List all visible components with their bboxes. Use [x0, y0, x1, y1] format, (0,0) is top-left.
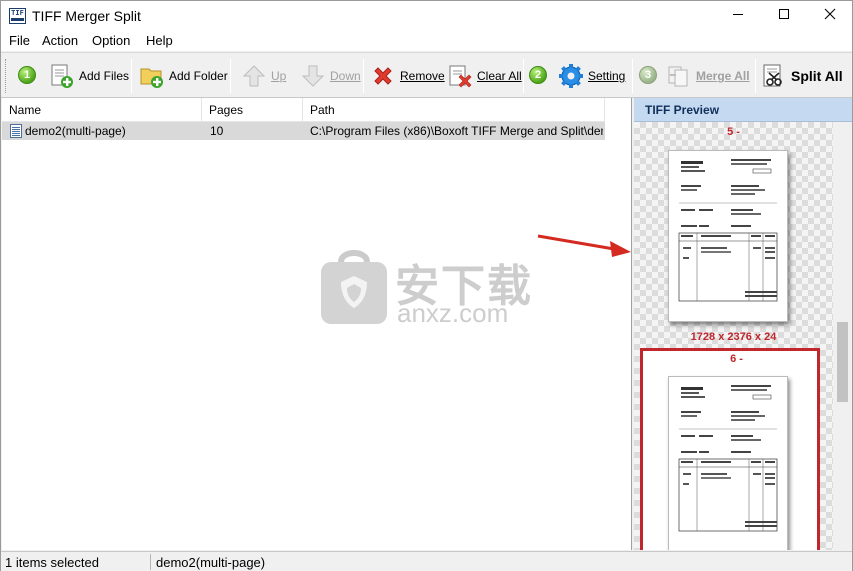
row-pages: 10 — [210, 124, 224, 138]
menu-help[interactable]: Help — [146, 33, 173, 48]
file-list-panel: Name Pages Path demo2(multi-page) 10 C:\… — [2, 98, 632, 550]
column-name-header[interactable]: Name — [2, 98, 202, 122]
tiff-app-icon: TIF — [9, 8, 26, 24]
selected-page-frame[interactable]: 6 - — [640, 348, 820, 550]
step-1-badge: 1 — [18, 66, 36, 84]
table-row[interactable]: demo2(multi-page) 10 C:\Program Files (x… — [2, 122, 605, 140]
document-page-image — [678, 385, 778, 532]
menu-option[interactable]: Option — [92, 33, 130, 48]
toolbar-separator — [523, 59, 524, 93]
add-files-label: Add Files — [79, 69, 130, 83]
preview-title: TIFF Preview — [634, 98, 852, 122]
list-header: Name Pages Path — [2, 98, 605, 122]
window-title: TIFF Merger Split — [32, 8, 141, 24]
page-label-6: 6 - — [730, 353, 743, 365]
toolbar-separator — [632, 59, 633, 93]
row-path: C:\Program Files (x86)\Boxoft TIFF Merge… — [310, 124, 603, 138]
toolbar: 1 Add Files Add Folder Up Down Remove Cl… — [1, 52, 852, 98]
status-current-file: demo2(multi-page) — [156, 555, 266, 570]
clear-all-button[interactable]: Clear All — [447, 59, 522, 93]
preview-scrollbar[interactable] — [833, 122, 852, 550]
shopping-bag-logo — [321, 250, 387, 324]
step-2-badge: 2 — [529, 66, 547, 84]
clear-all-icon — [447, 63, 473, 89]
status-separator — [150, 554, 151, 570]
document-page-image — [678, 159, 778, 302]
maximize-icon — [779, 9, 789, 19]
watermark-text-en: anxz.com — [397, 298, 509, 328]
watermark: 安下载 anxz.com — [319, 244, 539, 328]
title-bar: TIF TIFF Merger Split — [1, 1, 852, 31]
red-arrow-annotation — [537, 234, 631, 257]
down-label: Down — [330, 69, 361, 83]
app-icon-text: TIF — [11, 9, 24, 17]
step-3-badge: 3 — [639, 66, 657, 84]
down-button[interactable]: Down — [300, 59, 361, 93]
preview-scrollbar-thumb[interactable] — [837, 322, 848, 402]
remove-label: Remove — [400, 69, 445, 83]
up-button[interactable]: Up — [241, 59, 286, 93]
status-bar: 1 items selected demo2(multi-page) — [1, 551, 852, 571]
minimize-icon — [733, 14, 743, 15]
merge-all-label: Merge All — [696, 69, 750, 83]
up-label: Up — [271, 69, 287, 83]
tiff-preview-panel: TIFF Preview 5 - 1728 x 2376 x 24 6 - — [634, 98, 852, 550]
split-all-button[interactable]: Split All — [761, 59, 843, 93]
add-folder-icon — [139, 63, 165, 89]
menu-action[interactable]: Action — [42, 33, 78, 48]
remove-button[interactable]: Remove — [370, 59, 445, 93]
page-dimensions: 1728 x 2376 x 24 — [690, 331, 777, 343]
toolbar-separator — [230, 59, 231, 93]
page-thumbnail-6[interactable] — [668, 376, 788, 550]
toolbar-separator — [131, 59, 132, 93]
toolbar-grip[interactable] — [5, 59, 8, 93]
close-button[interactable] — [807, 1, 853, 31]
split-all-label: Split All — [791, 68, 843, 84]
arrow-down-icon — [300, 63, 326, 89]
gear-icon — [558, 63, 584, 89]
page-thumbnail-5[interactable] — [668, 150, 788, 322]
toolbar-separator — [755, 59, 756, 93]
arrow-up-icon — [241, 63, 267, 89]
close-icon — [824, 8, 836, 20]
status-selection: 1 items selected — [5, 555, 99, 570]
tiff-file-icon — [10, 124, 22, 138]
column-path-header[interactable]: Path — [303, 98, 605, 122]
row-name: demo2(multi-page) — [25, 124, 126, 138]
add-folder-label: Add Folder — [169, 69, 228, 83]
maximize-button[interactable] — [761, 1, 807, 31]
menu-bar: File Action Option Help — [1, 31, 852, 51]
page-label-5: 5 - — [727, 126, 740, 138]
add-folder-button[interactable]: Add Folder — [139, 59, 228, 93]
scissors-icon — [761, 63, 787, 89]
toolbar-separator — [363, 59, 364, 93]
add-files-button[interactable]: Add Files — [49, 59, 129, 93]
preview-area[interactable]: 5 - 1728 x 2376 x 24 6 - — [634, 122, 833, 550]
minimize-button[interactable] — [715, 1, 761, 31]
merge-all-button[interactable]: Merge All — [666, 59, 750, 93]
merge-icon — [666, 63, 692, 89]
app-window: TIF TIFF Merger Split File Action Option… — [0, 0, 853, 571]
setting-label: Setting — [588, 69, 626, 83]
column-pages-header[interactable]: Pages — [202, 98, 303, 122]
remove-x-icon — [370, 63, 396, 89]
menu-file[interactable]: File — [9, 33, 30, 48]
add-files-icon — [49, 63, 75, 89]
clear-all-label: Clear All — [477, 69, 522, 83]
setting-button[interactable]: Setting — [558, 59, 625, 93]
